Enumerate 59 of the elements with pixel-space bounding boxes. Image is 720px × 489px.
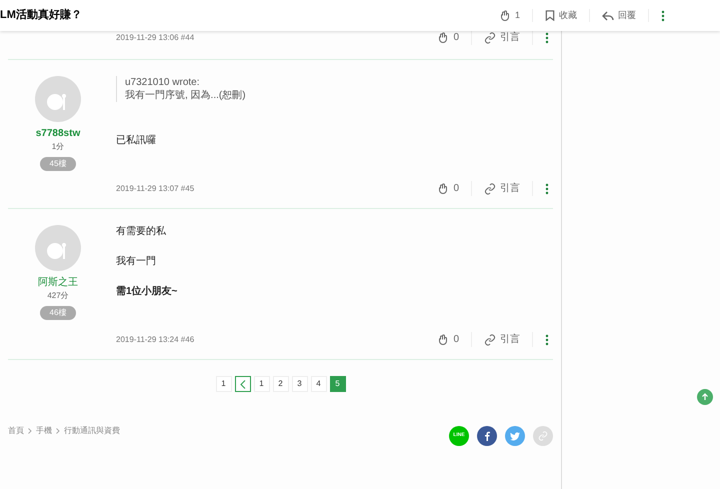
post-text: 我有一門 xyxy=(116,255,157,268)
reply-button[interactable]: 回覆 xyxy=(618,8,636,22)
thread-title: LM活動真好賺？ xyxy=(0,8,82,24)
previous-page-button[interactable] xyxy=(234,376,250,392)
like-count: 0 xyxy=(453,182,459,196)
avatar xyxy=(35,225,81,271)
page-button[interactable]: 3 xyxy=(292,376,308,392)
floor-badge: 45樓 xyxy=(40,157,76,171)
arrow-up-icon xyxy=(701,393,709,401)
page-button[interactable]: 4 xyxy=(310,376,326,392)
more-icon[interactable] xyxy=(545,334,549,346)
clap-icon xyxy=(437,32,450,44)
quote-author: u7321010 wrote: xyxy=(125,76,201,89)
link-icon xyxy=(484,32,496,44)
avatar xyxy=(35,76,81,122)
user-score: 427分 xyxy=(47,290,69,302)
back-to-top-button[interactable] xyxy=(697,389,713,405)
favorite-button[interactable]: 收藏 xyxy=(559,8,577,22)
link-icon xyxy=(484,334,496,346)
post-meta: 2019-11-29 13:07 #45 xyxy=(116,182,194,194)
breadcrumb-link[interactable]: 首頁 xyxy=(8,425,24,437)
quote-link[interactable]: 引言 xyxy=(500,181,520,196)
username[interactable]: s7788stw xyxy=(36,126,80,141)
more-icon[interactable] xyxy=(661,10,665,22)
link-icon xyxy=(484,182,496,194)
page-button[interactable]: 5 xyxy=(330,376,346,392)
post-text: 需1位小朋友~ xyxy=(116,285,178,298)
facebook-icon xyxy=(484,431,490,441)
clap-icon xyxy=(437,334,450,346)
chevron-left-icon xyxy=(240,380,246,388)
reply-icon xyxy=(602,10,614,20)
breadcrumb-link[interactable]: 行動通訊與資費 xyxy=(64,425,120,437)
link-icon xyxy=(538,431,548,441)
like-count: 0 xyxy=(453,333,459,347)
quote-link[interactable]: 引言 xyxy=(500,332,520,347)
like-count: 0 xyxy=(453,31,459,45)
clap-icon xyxy=(437,182,450,194)
more-icon[interactable] xyxy=(545,182,549,194)
bird-icon xyxy=(510,432,520,440)
like-count: 1 xyxy=(514,8,520,22)
page-button[interactable]: 1 xyxy=(254,376,270,392)
more-icon[interactable] xyxy=(545,32,549,44)
share-button[interactable] xyxy=(477,426,497,446)
clap-icon xyxy=(498,10,511,22)
chevron-right-icon xyxy=(28,428,32,434)
post-meta: 2019-11-29 13:06 #44 xyxy=(116,32,194,44)
page-button[interactable]: 1 xyxy=(216,376,232,392)
chevron-right-icon xyxy=(56,428,60,434)
quote-text: 我有一門序號, 因為...(恕刪) xyxy=(125,89,247,102)
floor-badge: 46樓 xyxy=(40,306,76,320)
bookmark-icon xyxy=(545,10,555,21)
quote-link[interactable]: 引言 xyxy=(500,30,520,45)
post-text: 有需要的私 xyxy=(116,225,167,238)
page-button[interactable]: 2 xyxy=(272,376,288,392)
username[interactable]: 阿斯之王 xyxy=(38,275,78,290)
post-meta: 2019-11-29 13:24 #46 xyxy=(116,334,194,346)
breadcrumb-link[interactable]: 手機 xyxy=(36,425,52,437)
user-score: 1分 xyxy=(52,141,64,153)
post-text: 已私訊囉 xyxy=(116,134,157,147)
